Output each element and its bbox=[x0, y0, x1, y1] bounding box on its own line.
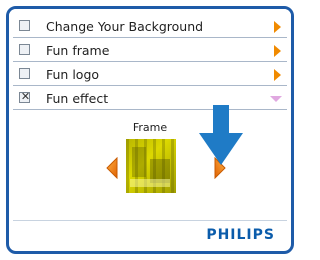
pointer-down-arrow-icon bbox=[199, 105, 243, 165]
option-label: Fun frame bbox=[46, 43, 110, 58]
option-fun-frame[interactable]: Fun frame bbox=[13, 39, 287, 62]
option-label: Change Your Background bbox=[46, 19, 204, 34]
orange-right-arrow-icon[interactable] bbox=[274, 45, 281, 57]
options-list: Change Your Background Fun frame Fun log… bbox=[9, 9, 291, 221]
checkbox[interactable] bbox=[19, 20, 30, 31]
option-fun-logo[interactable]: Fun logo bbox=[13, 63, 287, 86]
checkbox[interactable] bbox=[19, 68, 30, 79]
effects-panel: Change Your Background Fun frame Fun log… bbox=[6, 6, 294, 254]
frame-title: Frame bbox=[132, 121, 168, 134]
option-label: Fun logo bbox=[46, 67, 100, 82]
checkbox[interactable] bbox=[19, 44, 30, 55]
previous-frame-button[interactable] bbox=[105, 157, 119, 179]
option-label: Fun effect bbox=[46, 91, 109, 106]
frame-selector: Frame bbox=[13, 105, 287, 221]
check-mark-icon: ✕ bbox=[20, 90, 31, 103]
philips-logo: PHILIPS bbox=[206, 227, 275, 243]
checkbox-checked[interactable]: ✕ bbox=[19, 90, 31, 103]
pink-down-arrow-icon[interactable] bbox=[270, 96, 282, 102]
frame-preview-image bbox=[126, 139, 176, 193]
orange-right-arrow-icon[interactable] bbox=[274, 21, 281, 33]
orange-right-arrow-icon[interactable] bbox=[274, 69, 281, 81]
option-change-background[interactable]: Change Your Background bbox=[13, 15, 287, 38]
